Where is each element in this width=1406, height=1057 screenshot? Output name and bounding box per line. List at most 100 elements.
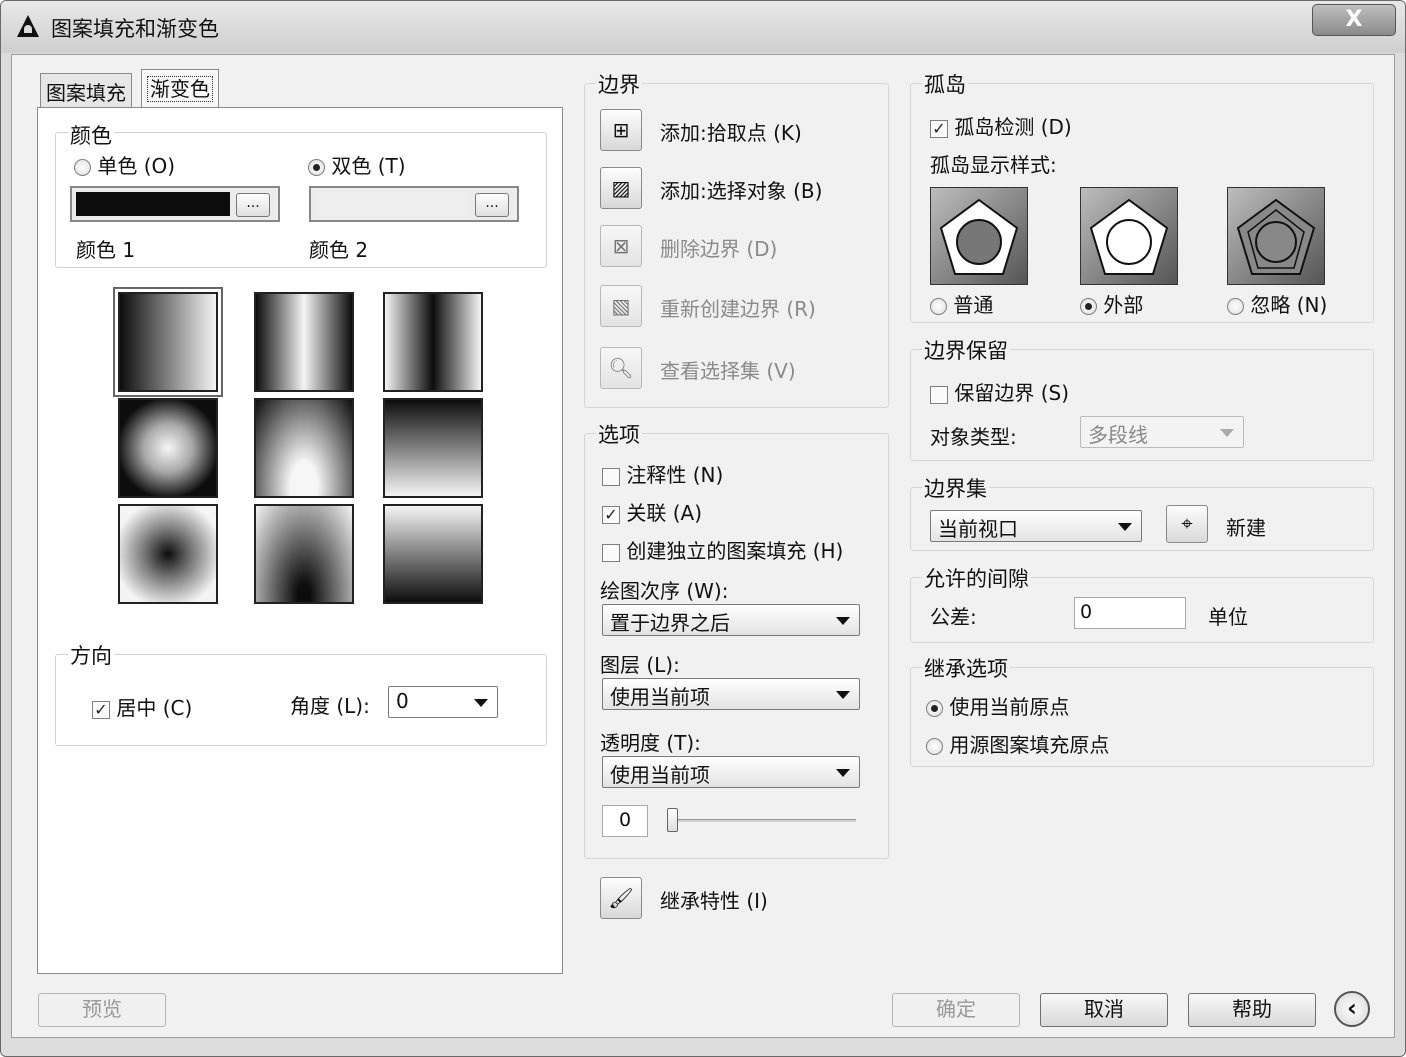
title-bar: 图案填充和渐变色 X [1,1,1405,53]
associative-option[interactable]: ✓ 关联 (A) [602,497,702,526]
use-source-origin-radio[interactable] [926,738,943,755]
collapse-left-icon[interactable]: ‹ [1334,991,1370,1027]
select-objects-label[interactable]: 添加:选择对象 (B) [660,175,822,204]
centered-option[interactable]: ✓ 居中 (C) [92,692,192,721]
use-source-origin-option[interactable]: 用源图案填充原点 [926,729,1109,758]
annotative-option[interactable]: 注释性 (N) [602,459,723,488]
angle-combo[interactable]: 0 [388,686,498,718]
recreate-boundary-label[interactable]: 重新创建边界 (R) [660,293,816,322]
transparency-value: 使用当前项 [610,763,710,787]
transparency-number-field[interactable]: 0 [602,805,648,837]
color1-label: 颜色 1 [76,238,136,262]
island-detection-checkbox[interactable]: ✓ [930,119,948,138]
tolerance-input[interactable]: 0 [1074,597,1186,629]
island-outer-option[interactable]: 外部 [1080,289,1143,318]
gradient-inv-curved-swatch[interactable] [383,504,483,604]
island-ignore-radio[interactable] [1227,298,1244,315]
island-detection-option[interactable]: ✓ 孤岛检测 (D) [930,111,1072,140]
separate-hatches-option[interactable]: 创建独立的图案填充 (H) [602,535,843,564]
color2-swatch-field[interactable]: ... [309,186,519,222]
remove-boundary-label[interactable]: 删除边界 (D) [660,233,777,262]
island-outer-radio[interactable] [1080,298,1097,315]
transparency-slider-track[interactable] [672,819,856,822]
use-source-origin-label: 用源图案填充原点 [949,733,1110,757]
island-outer-label: 外部 [1103,293,1144,317]
islands-group-label: 孤岛 [922,69,968,99]
transparency-select[interactable]: 使用当前项 [602,756,860,788]
pentagon-normal-icon [939,198,1019,275]
recreate-boundary-button[interactable]: ▧ [600,285,642,327]
ok-button[interactable]: 确定 [892,993,1020,1027]
layer-value: 使用当前项 [610,685,710,709]
retain-boundaries-option[interactable]: 保留边界 (S) [930,377,1069,406]
island-normal-label: 普通 [953,293,994,317]
chevron-down-icon [1118,523,1132,531]
dual-color-radio[interactable] [308,159,325,176]
separate-hatches-checkbox[interactable] [602,543,620,562]
gradient-curved-swatch[interactable] [383,398,483,498]
cancel-button[interactable]: 取消 [1040,993,1168,1027]
use-current-origin-option[interactable]: 使用当前原点 [926,691,1069,720]
island-outer-preview[interactable] [1080,187,1178,285]
layer-select[interactable]: 使用当前项 [602,678,860,710]
object-type-value: 多段线 [1088,423,1148,447]
gradient-hemispherical-swatch[interactable] [254,398,354,498]
inherit-properties-button[interactable]: 🖌︎ [600,877,642,919]
select-objects-button[interactable]: ▨ [600,167,642,209]
associative-checkbox[interactable]: ✓ [602,505,620,524]
tab-hatch[interactable]: 图案填充 [40,73,132,107]
island-detection-label: 孤岛检测 (D) [954,115,1072,139]
pick-point-label[interactable]: 添加:拾取点 (K) [660,117,802,146]
island-normal-preview[interactable] [930,187,1028,285]
annotative-checkbox[interactable] [602,467,620,486]
magnifier-icon: 🔍︎ [608,356,634,380]
object-type-select[interactable]: 多段线 [1080,416,1244,448]
color2-browse-button[interactable]: ... [475,193,509,217]
hatch-gradient-dialog: 图案填充和渐变色 X 图案填充 渐变色 颜色 单色 (O) 双色 (T) ...… [0,0,1406,1057]
island-ignore-option[interactable]: 忽略 (N) [1227,289,1327,318]
centered-checkbox[interactable]: ✓ [92,700,110,719]
gradient-inv-spherical-swatch[interactable] [118,504,218,604]
gradient-inv-cylinder-swatch[interactable] [383,292,483,392]
angle-value: 0 [396,689,409,713]
angle-label: 角度 (L): [290,694,370,718]
island-normal-option[interactable]: 普通 [930,289,993,318]
draw-order-select[interactable]: 置于边界之后 [602,604,860,636]
tolerance-label: 公差: [930,605,977,629]
inherit-properties-label[interactable]: 继承特性 (I) [660,885,768,914]
color1-browse-button[interactable]: ... [236,193,270,217]
dialog-body: 图案填充 渐变色 颜色 单色 (O) 双色 (T) ... ... 颜色 1 颜… [11,54,1395,1038]
retain-boundaries-checkbox[interactable] [930,385,948,404]
color1-swatch-field[interactable]: ... [70,186,280,222]
remove-boundary-icon: ⊠ [612,234,630,258]
close-button[interactable]: X [1312,4,1396,36]
gradient-linear-swatch[interactable] [113,287,223,397]
options-group-label: 选项 [596,419,642,449]
view-selection-button[interactable]: 🔍︎ [600,347,642,389]
island-style-label: 孤岛显示样式: [930,153,1057,177]
dual-color-option[interactable]: 双色 (T) [308,150,406,179]
remove-boundary-button[interactable]: ⊠ [600,225,642,267]
use-current-origin-radio[interactable] [926,700,943,717]
single-color-option[interactable]: 单色 (O) [74,150,175,179]
associative-label: 关联 (A) [626,501,703,525]
gradient-cylinder-swatch[interactable] [254,292,354,392]
chevron-down-icon [1220,429,1234,437]
gradient-spherical-swatch[interactable] [118,398,218,498]
gradient-inv-hemispherical-swatch[interactable] [254,504,354,604]
island-normal-radio[interactable] [930,298,947,315]
annotative-label: 注释性 (N) [626,463,724,487]
help-button[interactable]: 帮助 [1188,993,1316,1027]
boundary-set-select[interactable]: 当前视口 [930,510,1142,542]
island-ignore-preview[interactable] [1227,187,1325,285]
transparency-slider-thumb[interactable] [667,808,678,832]
tab-gradient[interactable]: 渐变色 [141,69,219,107]
pick-point-button[interactable]: ⊞ [600,109,642,151]
window-title: 图案填充和渐变色 [51,17,219,41]
gap-tolerance-group-label: 允许的间隙 [922,563,1031,593]
island-ignore-label: 忽略 (N) [1250,293,1328,317]
preview-button[interactable]: 预览 [38,993,166,1027]
single-color-radio[interactable] [74,159,91,176]
view-selection-label[interactable]: 查看选择集 (V) [660,355,796,384]
new-boundary-set-button[interactable]: ⌖ [1166,505,1208,543]
